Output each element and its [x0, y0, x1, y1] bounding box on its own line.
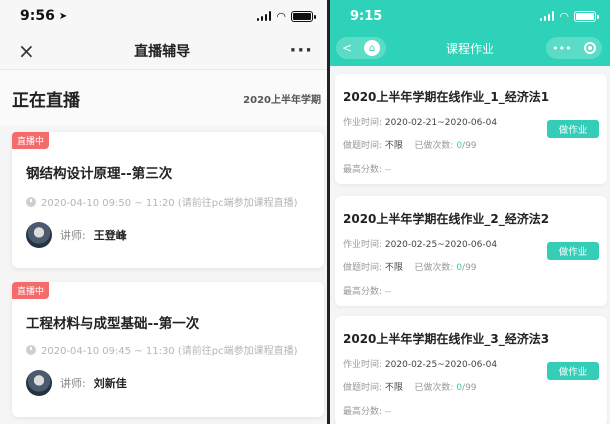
- back-icon[interactable]: <: [342, 41, 352, 55]
- section-header: 正在直播 2020上半年学期: [0, 70, 327, 126]
- homework-title: 2020上半年学期在线作业_2_经济法2: [343, 212, 550, 226]
- answer-time: 不限: [384, 263, 403, 273]
- status-bar: 9:56 ➤ ◠: [0, 0, 327, 32]
- answer-time: 不限: [384, 383, 403, 393]
- nav-title: 课程作业: [445, 41, 494, 56]
- section-title: 正在直播: [12, 90, 80, 111]
- done-total: /99: [462, 383, 477, 393]
- homework-period-row: 作业时间: 2020-02-25~2020-06-04: [343, 357, 497, 370]
- homework-time-label: 作业时间:: [343, 118, 383, 128]
- status-time: 9:56 ➤: [20, 8, 67, 24]
- live-course-title: 工程材料与成型基础--第一次: [26, 316, 200, 332]
- done-count-label: 已做次数:: [414, 383, 454, 393]
- live-card[interactable]: 直播中 工程材料与成型基础--第一次 2020-04-10 09:45 ~ 11…: [12, 282, 324, 417]
- max-score-label: 最高分数:: [343, 407, 383, 417]
- header: 9:15 ◠ < ⌂ 课程作业 •••: [330, 0, 610, 66]
- location-arrow-icon: ➤: [58, 10, 68, 22]
- max-score-label: 最高分数:: [343, 287, 383, 297]
- battery-icon: [291, 10, 316, 22]
- status-time-text: 9:56: [20, 8, 55, 24]
- nav-bar: × 直播辅导 ···: [0, 32, 327, 70]
- answer-time-label: 做题时间:: [343, 263, 383, 273]
- max-score-label: 最高分数:: [343, 165, 383, 175]
- answer-row: 做题时间: 不限 已做次数: 0/99: [343, 138, 477, 151]
- max-score: --: [384, 407, 392, 417]
- wifi-icon: ◠: [276, 9, 286, 23]
- done-total: /99: [462, 141, 477, 151]
- homework-period: 2020-02-25~2020-06-04: [384, 240, 498, 250]
- close-capsule-icon[interactable]: [583, 42, 596, 54]
- done-count-label: 已做次数:: [414, 263, 454, 273]
- live-time: 2020-04-10 09:45 ~ 11:30 (请前往pc端参加课程直播): [26, 342, 298, 357]
- home-icon[interactable]: ⌂: [364, 40, 381, 56]
- answer-time: 不限: [384, 141, 403, 151]
- avatar: [26, 222, 52, 248]
- clock-icon: [26, 344, 36, 355]
- homework-title: 2020上半年学期在线作业_3_经济法3: [343, 332, 550, 346]
- teacher-name: 王登峰: [93, 229, 127, 242]
- answer-time-label: 做题时间:: [343, 383, 383, 393]
- clock-icon: [26, 196, 36, 207]
- done-total: /99: [462, 263, 477, 273]
- homework-title: 2020上半年学期在线作业_1_经济法1: [343, 90, 550, 104]
- homework-period: 2020-02-21~2020-06-04: [384, 118, 498, 128]
- nav-title: 直播辅导: [134, 43, 191, 60]
- close-icon[interactable]: ×: [18, 41, 35, 61]
- teacher-label: 讲师:: [60, 377, 86, 390]
- do-homework-button[interactable]: 做作业: [547, 120, 599, 138]
- battery-icon: [574, 10, 599, 22]
- homework-period: 2020-02-25~2020-06-04: [384, 360, 498, 370]
- more-icon[interactable]: •••: [552, 42, 571, 55]
- do-homework-button[interactable]: 做作业: [547, 242, 599, 260]
- do-homework-button[interactable]: 做作业: [547, 362, 599, 380]
- homework-time-label: 作业时间:: [343, 360, 383, 370]
- nav-left-group: < ⌂: [336, 37, 386, 59]
- status-bar: 9:15 ◠: [330, 0, 610, 32]
- wifi-icon: ◠: [559, 9, 569, 23]
- avatar: [26, 370, 52, 396]
- answer-row: 做题时间: 不限 已做次数: 0/99: [343, 260, 477, 273]
- max-score: --: [384, 287, 392, 297]
- done-count-label: 已做次数:: [414, 141, 454, 151]
- live-badge: 直播中: [12, 282, 50, 299]
- homework-time-label: 作业时间:: [343, 240, 383, 250]
- live-course-title: 钢结构设计原理--第三次: [26, 166, 173, 182]
- homework-card: 2020上半年学期在线作业_2_经济法2 作业时间: 2020-02-25~20…: [335, 196, 607, 306]
- mini-program-capsule: •••: [546, 37, 602, 59]
- teacher-name: 刘新佳: [93, 377, 127, 390]
- live-time-text: 2020-04-10 09:45 ~ 11:30 (请前往pc端参加课程直播): [41, 346, 298, 357]
- live-badge: 直播中: [12, 132, 50, 149]
- live-card[interactable]: 直播中 钢结构设计原理--第三次 2020-04-10 09:50 ~ 11:2…: [12, 132, 324, 268]
- homework-period-row: 作业时间: 2020-02-25~2020-06-04: [343, 237, 497, 250]
- homework-card: 2020上半年学期在线作业_3_经济法3 作业时间: 2020-02-25~20…: [335, 316, 607, 424]
- homework-period-row: 作业时间: 2020-02-21~2020-06-04: [343, 115, 497, 128]
- answer-row: 做题时间: 不限 已做次数: 0/99: [343, 380, 477, 393]
- live-time-text: 2020-04-10 09:50 ~ 11:20 (请前往pc端参加课程直播): [41, 198, 298, 209]
- status-time: 9:15: [350, 8, 383, 24]
- score-row: 最高分数: --: [343, 162, 391, 175]
- live-tutoring-screen: 9:56 ➤ ◠ × 直播辅导 ··· 正在直播 2020上半年学期 直播中 钢结…: [0, 0, 327, 424]
- term-selector[interactable]: 2020上半年学期: [243, 91, 321, 106]
- homework-card: 2020上半年学期在线作业_1_经济法1 作业时间: 2020-02-21~20…: [335, 74, 607, 184]
- live-time: 2020-04-10 09:50 ~ 11:20 (请前往pc端参加课程直播): [26, 194, 298, 209]
- signal-icon: [539, 11, 555, 21]
- teacher-row: 讲师: 刘新佳: [26, 370, 127, 396]
- answer-time-label: 做题时间:: [343, 141, 383, 151]
- score-row: 最高分数: --: [343, 284, 391, 297]
- nav-bar: < ⌂ 课程作业 •••: [330, 34, 610, 62]
- score-row: 最高分数: --: [343, 404, 391, 417]
- more-icon[interactable]: ···: [289, 40, 313, 61]
- max-score: --: [384, 165, 392, 175]
- teacher-row: 讲师: 王登峰: [26, 222, 127, 248]
- signal-icon: [256, 11, 272, 21]
- teacher-label: 讲师:: [60, 229, 86, 242]
- course-homework-screen: 9:15 ◠ < ⌂ 课程作业 ••• 2020上半年学期在线作业_1_经济法1…: [330, 0, 610, 424]
